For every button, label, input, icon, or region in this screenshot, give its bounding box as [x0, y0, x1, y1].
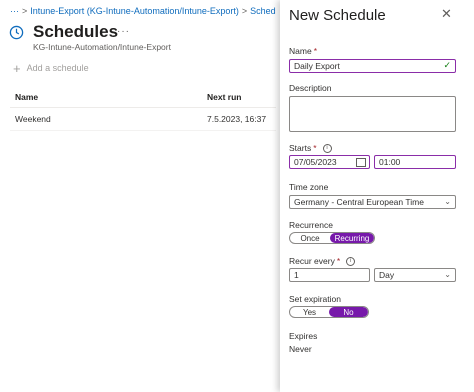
expires-label: Expires	[289, 331, 318, 341]
recurrence-option-once[interactable]: Once	[290, 233, 330, 243]
new-schedule-panel: New Schedule ✕ Name * Daily Export ✓ Desc…	[280, 0, 474, 392]
column-header-name[interactable]: Name	[10, 92, 207, 102]
table-header: Name Next run	[10, 87, 276, 108]
column-header-next-run[interactable]: Next run	[207, 92, 276, 102]
main-blade: ··· > Intune-Export (KG-Intune-Automation/…	[0, 0, 280, 392]
checkmark-icon: ✓	[443, 60, 451, 70]
add-schedule-button[interactable]: + Add a schedule	[13, 60, 89, 76]
chevron-down-icon: ⌄	[444, 270, 451, 279]
info-icon[interactable]: i	[322, 143, 332, 153]
table-row[interactable]: Weekend 7.5.2023, 16:37	[10, 108, 276, 131]
recurrence-option-recurring[interactable]: Recurring	[330, 233, 374, 243]
recurrence-toggle[interactable]: Once Recurring	[289, 232, 375, 244]
close-icon[interactable]: ✕	[441, 6, 452, 22]
expiration-toggle[interactable]: Yes No	[289, 306, 369, 318]
expires-value: Never	[289, 344, 312, 354]
more-options-button[interactable]: ···	[117, 26, 130, 37]
page-subtitle: KG-Intune-Automation/Intune-Export	[33, 42, 171, 52]
page-title: Schedules	[33, 22, 119, 41]
start-time-input[interactable]: 01:00	[374, 155, 456, 169]
recur-unit-select[interactable]: Day ⌄	[374, 268, 456, 282]
page-header: Schedules	[9, 22, 118, 42]
description-label: Description	[289, 83, 332, 93]
schedules-table: Name Next run Weekend 7.5.2023, 16:37	[10, 87, 276, 131]
breadcrumb: ··· > Intune-Export (KG-Intune-Automation/…	[10, 6, 276, 16]
recur-every-label: Recur every * i	[289, 256, 356, 266]
expiration-label: Set expiration	[289, 294, 341, 304]
cell-next-run: 7.5.2023, 16:37	[207, 114, 267, 124]
panel-title: New Schedule	[289, 7, 386, 24]
breadcrumb-item-runbook[interactable]: Intune-Export (KG-Intune-Automation/Intu…	[30, 6, 239, 16]
recurrence-label: Recurrence	[289, 220, 333, 230]
name-label: Name *	[289, 46, 317, 56]
clock-icon	[9, 25, 24, 39]
timezone-label: Time zone	[289, 182, 329, 192]
breadcrumb-item-schedules[interactable]: Sched	[250, 6, 276, 16]
expiration-option-no[interactable]: No	[329, 307, 368, 317]
description-input[interactable]	[289, 96, 456, 132]
breadcrumb-more[interactable]: ···	[10, 6, 19, 16]
starts-label: Starts * i	[289, 143, 332, 153]
calendar-icon[interactable]	[356, 158, 366, 167]
add-schedule-label: Add a schedule	[26, 63, 89, 73]
expiration-option-yes[interactable]: Yes	[290, 307, 329, 317]
recur-every-input[interactable]: 1	[289, 268, 370, 282]
start-date-input[interactable]: 07/05/2023	[289, 155, 370, 169]
name-input[interactable]: Daily Export ✓	[289, 59, 456, 73]
chevron-down-icon: ⌄	[444, 197, 451, 206]
info-icon[interactable]: i	[346, 256, 356, 266]
plus-icon: +	[13, 60, 21, 76]
timezone-select[interactable]: Germany - Central European Time ⌄	[289, 195, 456, 209]
cell-name[interactable]: Weekend	[10, 114, 207, 124]
